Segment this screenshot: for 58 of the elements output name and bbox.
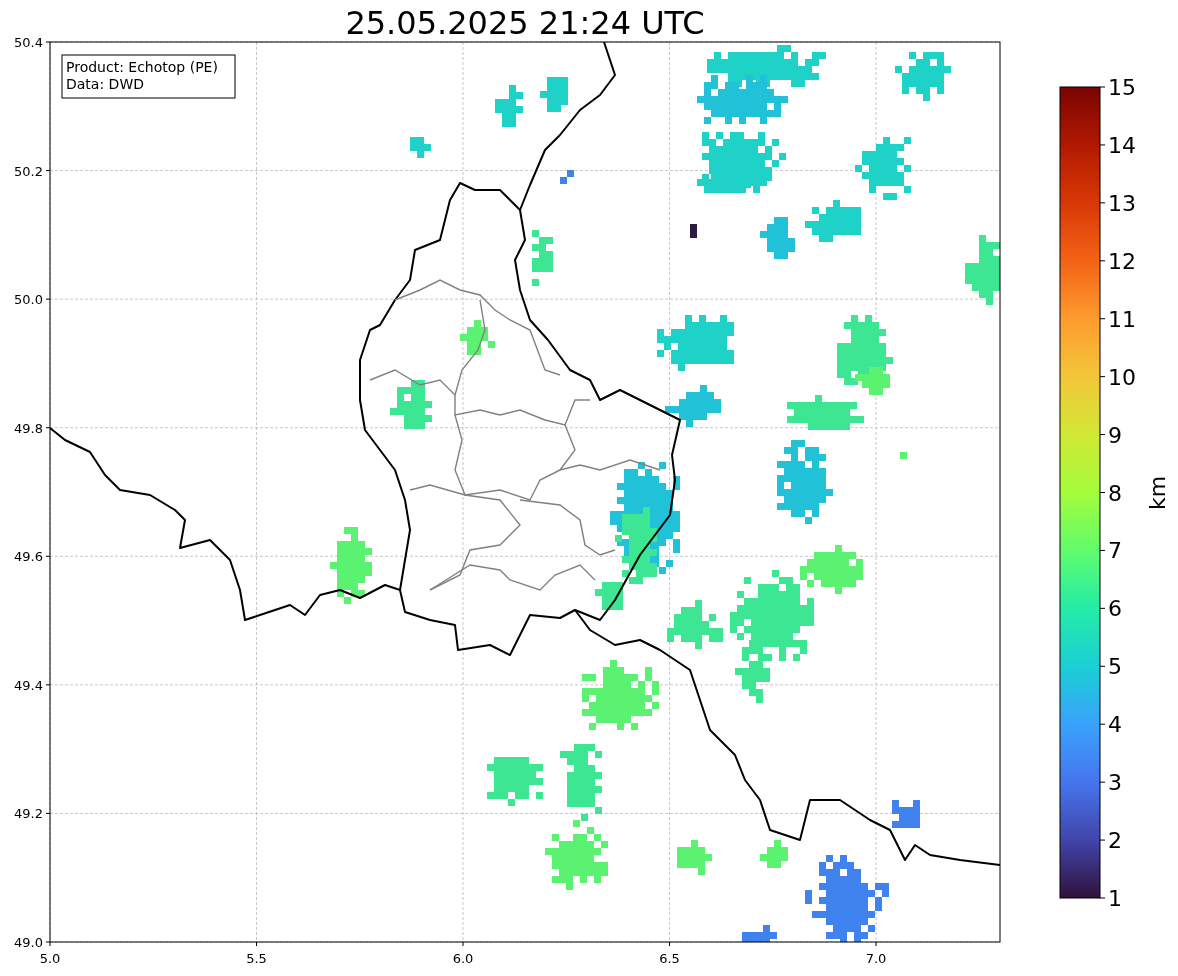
tick-mark: [669, 941, 670, 947]
colorbar-tick-label: 15: [1108, 75, 1136, 100]
y-tick-label: 50.2: [14, 163, 43, 179]
y-tick-label: 49.4: [14, 677, 43, 693]
tick-mark: [45, 41, 51, 43]
tick-mark: [1099, 549, 1106, 551]
colorbar-tick-label: 10: [1108, 364, 1136, 390]
tick-mark: [1099, 665, 1106, 667]
y-tick-label: 49.6: [14, 549, 43, 565]
colorbar-tick-label: 9: [1108, 422, 1122, 448]
tick-mark: [1099, 492, 1106, 493]
colorbar-tick-label: 12: [1108, 248, 1136, 274]
tick-mark: [1099, 86, 1106, 88]
info-text: Product: Echotop (PE): [66, 59, 218, 75]
tick-mark: [462, 941, 464, 947]
colorbar-tick-label: 6: [1108, 596, 1122, 622]
tick-mark: [1099, 839, 1106, 841]
tick-mark: [1099, 434, 1106, 436]
tick-mark: [1099, 260, 1106, 262]
tick-mark: [45, 684, 51, 686]
y-tick-label: 49.8: [14, 420, 43, 436]
x-tick-label: 5.5: [246, 951, 267, 966]
y-tick-label: 50.4: [14, 35, 43, 50]
y-tick-label: 50.0: [14, 292, 43, 308]
tick-mark: [1099, 144, 1106, 146]
colorbar-tick-label: 2: [1108, 828, 1122, 854]
y-tick-label: 49.2: [14, 806, 43, 822]
tick-mark: [1099, 607, 1106, 609]
tick-mark: [256, 941, 257, 947]
colorbar-tick-label: 1: [1108, 886, 1122, 911]
colorbar-tick-label: 4: [1108, 712, 1122, 738]
tick-mark: [1099, 318, 1106, 320]
x-tick-label: 7.0: [865, 951, 887, 966]
tick-mark: [45, 170, 51, 172]
tick-mark: [45, 812, 51, 814]
colorbar-tick-label: 11: [1108, 306, 1136, 332]
colorbar-tick-label: 3: [1108, 770, 1122, 796]
colorbar-tick-label: 8: [1108, 480, 1122, 506]
tick-mark: [1099, 897, 1106, 899]
tick-mark: [45, 427, 51, 429]
info-text: Data: DWD: [66, 76, 144, 92]
y-tick-label: 49.0: [14, 935, 43, 950]
tick-mark: [875, 941, 877, 947]
colorbar-tick-label: 7: [1108, 538, 1122, 564]
colorbar-tick-label: 14: [1108, 132, 1136, 158]
tick-mark: [1099, 781, 1106, 783]
colorbar-tick-label: 13: [1108, 190, 1136, 216]
tick-mark: [1099, 723, 1106, 725]
colorbar-label: km: [1145, 475, 1170, 511]
tick-mark: [1099, 202, 1106, 204]
colorbar-tick-label: 5: [1108, 654, 1122, 680]
x-tick-label: 5.0: [39, 951, 61, 966]
chart-title: 25.05.2025 21:24 UTC: [345, 4, 705, 42]
tick-mark: [45, 555, 51, 557]
tick-mark: [45, 298, 51, 300]
x-tick-label: 6.0: [452, 951, 474, 966]
x-tick-label: 6.5: [659, 951, 680, 966]
tick-mark: [1099, 376, 1106, 378]
